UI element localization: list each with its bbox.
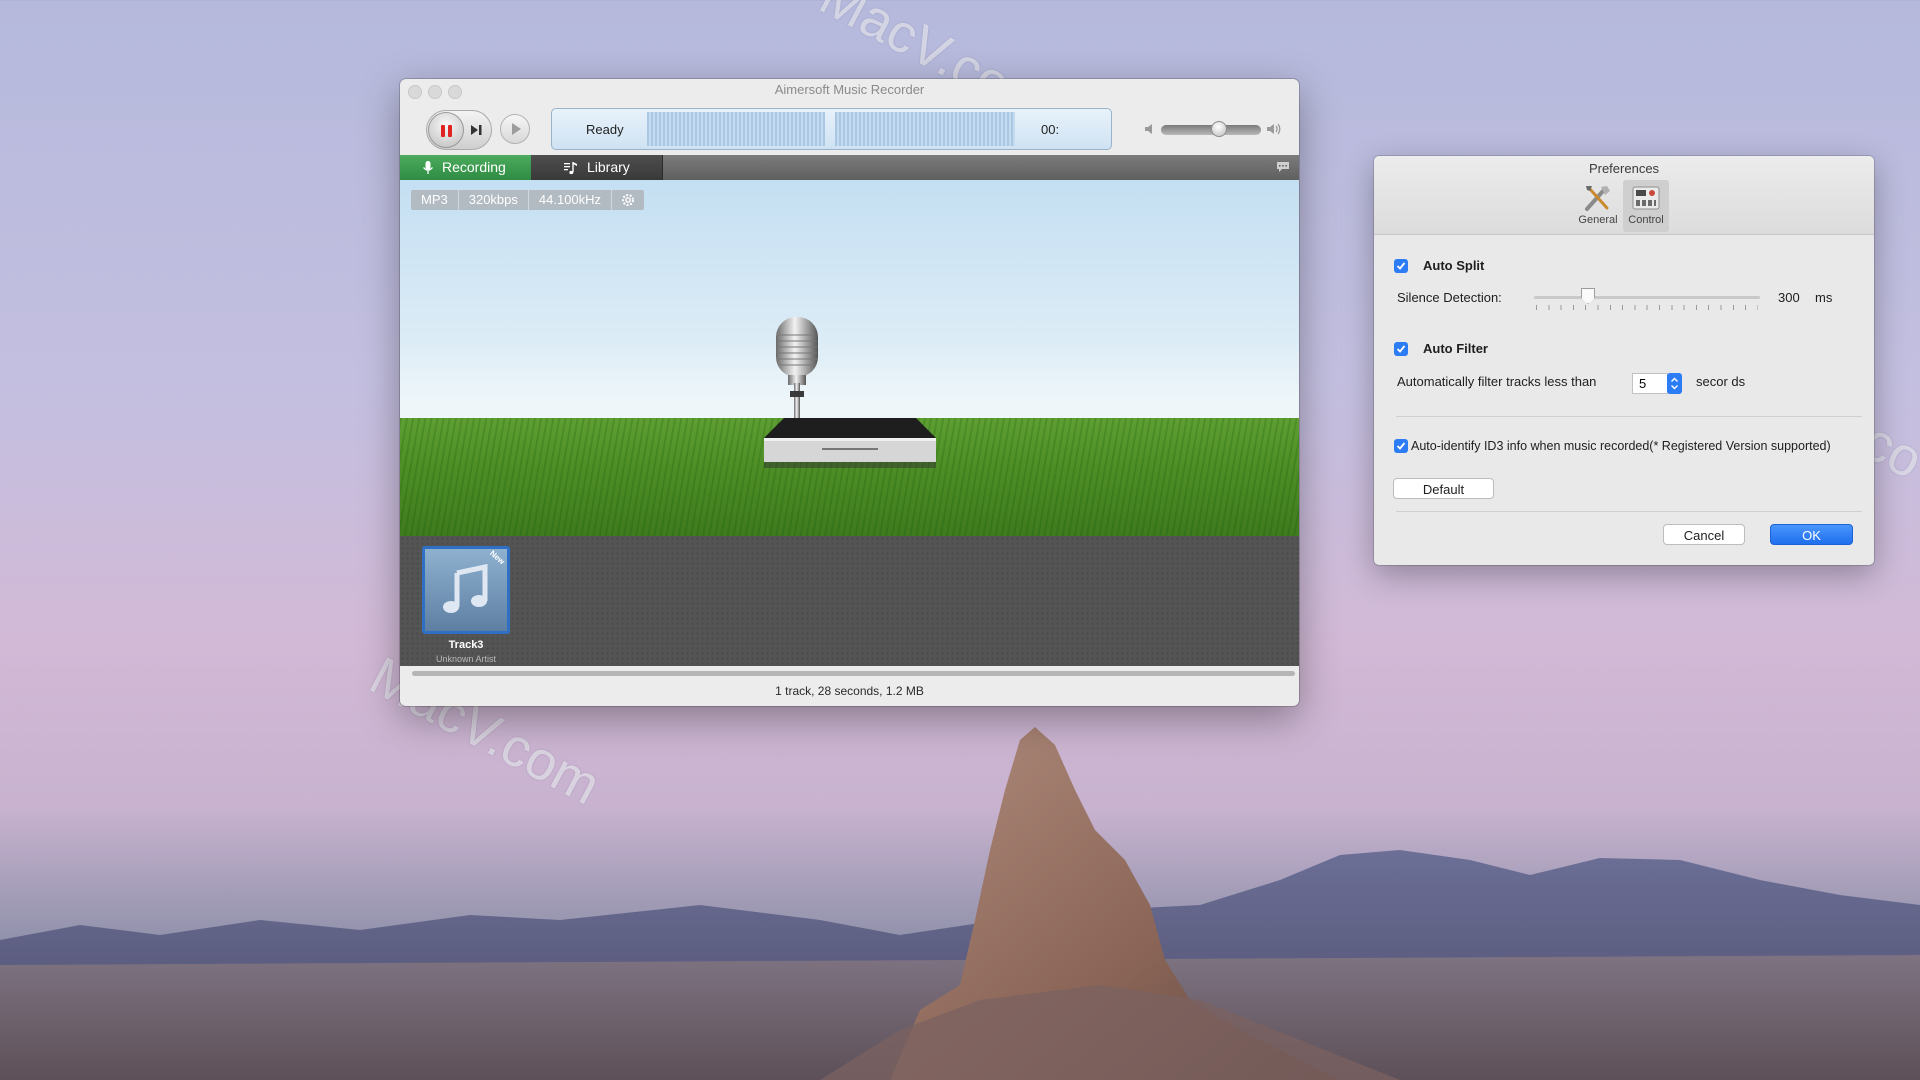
filter-seconds-input[interactable]: 5: [1632, 373, 1668, 394]
format-codec: MP3: [411, 190, 459, 210]
filter-tracks-label: Automatically filter tracks less than: [1397, 374, 1597, 389]
filter-seconds-stepper[interactable]: 5: [1632, 373, 1682, 394]
stage-pedestal-illustration: [764, 418, 936, 468]
waveform-right: [835, 112, 1015, 146]
play-button[interactable]: [500, 114, 530, 144]
auto-filter-label: Auto Filter: [1423, 341, 1488, 356]
skip-next-icon[interactable]: [467, 121, 485, 139]
library-status: 1 track, 28 seconds, 1.2 MB: [775, 684, 924, 698]
tab-control-label: Control: [1628, 214, 1664, 226]
tab-general[interactable]: General: [1575, 180, 1621, 232]
format-sample-rate: 44.100kHz: [529, 190, 613, 210]
volume-slider-knob[interactable]: [1211, 121, 1227, 137]
separator: [1396, 511, 1862, 512]
tab-recording-label: Recording: [442, 159, 506, 175]
tab-library[interactable]: Library: [531, 155, 663, 180]
stepper-up-down-icon: [1671, 377, 1678, 390]
mode-tab-bar: Recording Library: [400, 155, 1299, 180]
silence-detection-slider-thumb[interactable]: [1581, 288, 1595, 304]
checkmark-icon: [1396, 442, 1406, 450]
track-shelf: New Track3 Unknown Artist: [400, 536, 1299, 666]
window-title: Aimersoft Music Recorder: [774, 82, 925, 97]
silence-detection-label: Silence Detection:: [1397, 290, 1502, 305]
volume-high-icon: [1267, 123, 1281, 135]
feedback-icon[interactable]: [1276, 161, 1290, 173]
track-artist: Unknown Artist: [435, 654, 497, 664]
silence-detection-value: 300: [1778, 290, 1800, 305]
checkmark-icon: [1396, 262, 1406, 270]
transport-toolbar: Ready 00:: [400, 101, 1299, 161]
tab-control[interactable]: Control: [1623, 180, 1669, 232]
preferences-window: Preferences General Control Auto Split S…: [1374, 156, 1874, 565]
silence-detection-slider[interactable]: [1534, 296, 1760, 299]
status-display: Ready 00:: [551, 108, 1112, 150]
auto-split-label: Auto Split: [1423, 258, 1485, 273]
close-window-button[interactable]: [408, 85, 422, 99]
control-panel-icon: [1632, 186, 1660, 210]
volume-low-icon: [1145, 124, 1152, 134]
tab-recording[interactable]: Recording: [400, 155, 531, 180]
music-recorder-window: Aimersoft Music Recorder Ready 00: Recor…: [400, 79, 1299, 706]
status-text: Ready: [586, 122, 624, 137]
auto-split-checkbox[interactable]: [1394, 259, 1408, 273]
pause-record-button[interactable]: [428, 112, 464, 148]
ok-button[interactable]: OK: [1770, 524, 1853, 545]
elapsed-time: 00:: [1041, 122, 1060, 137]
minimize-window-button[interactable]: [428, 85, 442, 99]
track-album-art[interactable]: New: [422, 546, 510, 634]
gear-icon: [622, 194, 635, 206]
format-settings-button[interactable]: [612, 190, 644, 210]
auto-id3-label: Auto-identify ID3 info when music record…: [1411, 439, 1831, 453]
music-note-icon: [564, 162, 577, 175]
stepper-arrows[interactable]: [1667, 373, 1682, 394]
track-name: Track3: [448, 639, 484, 651]
preferences-toolbar: Preferences General Control: [1374, 156, 1874, 235]
play-icon: [512, 123, 521, 135]
title-bar[interactable]: Aimersoft Music Recorder: [400, 79, 1299, 101]
auto-filter-checkbox[interactable]: [1394, 342, 1408, 356]
silence-detection-unit: ms: [1815, 290, 1833, 305]
cancel-button[interactable]: Cancel: [1663, 524, 1745, 545]
checkmark-icon: [1396, 345, 1406, 353]
slider-tick-marks: [1536, 305, 1758, 310]
horizontal-scrollbar[interactable]: [412, 671, 1295, 676]
microphone-icon: [422, 161, 434, 174]
format-bitrate: 320kbps: [459, 190, 529, 210]
tab-general-label: General: [1578, 214, 1618, 226]
record-control-group: [426, 110, 492, 150]
tab-library-label: Library: [587, 159, 630, 175]
pause-icon: [448, 125, 452, 137]
pause-icon: [441, 125, 445, 137]
zoom-window-button[interactable]: [448, 85, 462, 99]
tools-icon: [1585, 186, 1610, 211]
filter-seconds-unit: secor ds: [1696, 374, 1746, 389]
recording-scene: MP3 320kbps 44.100kHz: [400, 180, 1299, 536]
separator: [1396, 416, 1862, 417]
default-button[interactable]: Default: [1393, 478, 1494, 499]
format-settings-bar[interactable]: MP3 320kbps 44.100kHz: [411, 190, 645, 210]
music-note-icon: [443, 563, 488, 613]
preferences-title: Preferences: [1588, 161, 1660, 176]
waveform-left: [647, 112, 825, 146]
auto-id3-checkbox[interactable]: [1394, 439, 1408, 453]
